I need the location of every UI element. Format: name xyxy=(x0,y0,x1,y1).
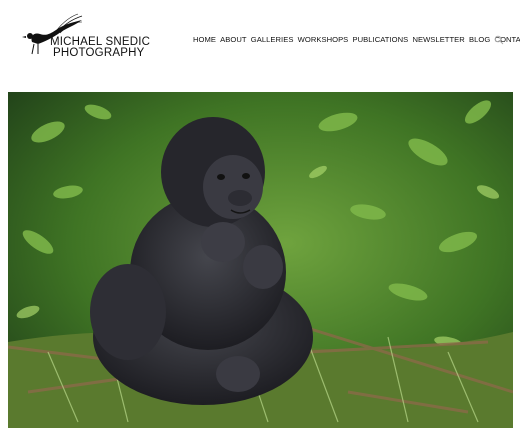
nav-item-home[interactable]: HOME xyxy=(193,35,216,44)
main-navigation: HOME ABOUT GALLERIES WORKSHOPS PUBLICATI… xyxy=(193,33,520,45)
nav-item-galleries[interactable]: GALLERIES xyxy=(251,35,294,44)
gorilla-photo xyxy=(8,92,513,428)
site-logo[interactable]: MICHAEL SNEDIC PHOTOGRAPHY xyxy=(20,12,160,60)
nav-item-newsletter[interactable]: NEWSLETTER xyxy=(412,35,464,44)
nav-item-about[interactable]: ABOUT xyxy=(220,35,246,44)
search-icon xyxy=(494,35,504,45)
hero-photo xyxy=(8,92,513,428)
nav-item-publications[interactable]: PUBLICATIONS xyxy=(353,35,409,44)
site-title-line2: PHOTOGRAPHY xyxy=(53,47,145,59)
search-button[interactable] xyxy=(494,32,504,45)
nav-item-workshops[interactable]: WORKSHOPS xyxy=(298,35,349,44)
nav-item-blog[interactable]: BLOG xyxy=(469,35,490,44)
